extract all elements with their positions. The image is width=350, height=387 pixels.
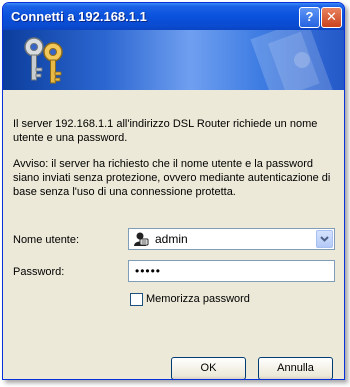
- server-message: Il server 192.168.1.1 all'indirizzo DSL …: [13, 118, 318, 144]
- password-label: Password:: [13, 266, 65, 278]
- window-title: Connetti a 192.168.1.1: [11, 9, 147, 24]
- password-value: •••••: [135, 264, 162, 278]
- cancel-button[interactable]: Annulla: [258, 357, 333, 379]
- help-icon: ?: [305, 9, 314, 24]
- dialog-content: Il server 192.168.1.1 all'indirizzo DSL …: [3, 90, 344, 379]
- title-bar[interactable]: Connetti a 192.168.1.1 ? ✕: [3, 3, 344, 30]
- username-dropdown-button[interactable]: [316, 230, 333, 248]
- keys-icon: [24, 37, 63, 84]
- security-warning: Avviso: il server ha richiesto che il no…: [13, 158, 331, 198]
- ok-button[interactable]: OK: [171, 357, 246, 379]
- help-button[interactable]: ?: [299, 7, 320, 28]
- username-label: Nome utente:: [13, 234, 80, 246]
- user-icon: [134, 232, 149, 246]
- remember-password-label[interactable]: Memorizza password: [146, 293, 250, 305]
- username-value: admin: [155, 232, 188, 246]
- close-icon: ✕: [326, 9, 337, 24]
- remember-password-checkbox[interactable]: [130, 293, 143, 306]
- username-combobox[interactable]: admin: [128, 228, 335, 250]
- banner: [3, 30, 344, 90]
- banner-decoration-icon: [250, 30, 335, 90]
- password-field[interactable]: •••••: [128, 260, 335, 282]
- login-dialog: Connetti a 192.168.1.1 ? ✕ Il server 192…: [2, 2, 345, 380]
- close-button[interactable]: ✕: [321, 7, 342, 28]
- chevron-down-icon: [320, 236, 329, 242]
